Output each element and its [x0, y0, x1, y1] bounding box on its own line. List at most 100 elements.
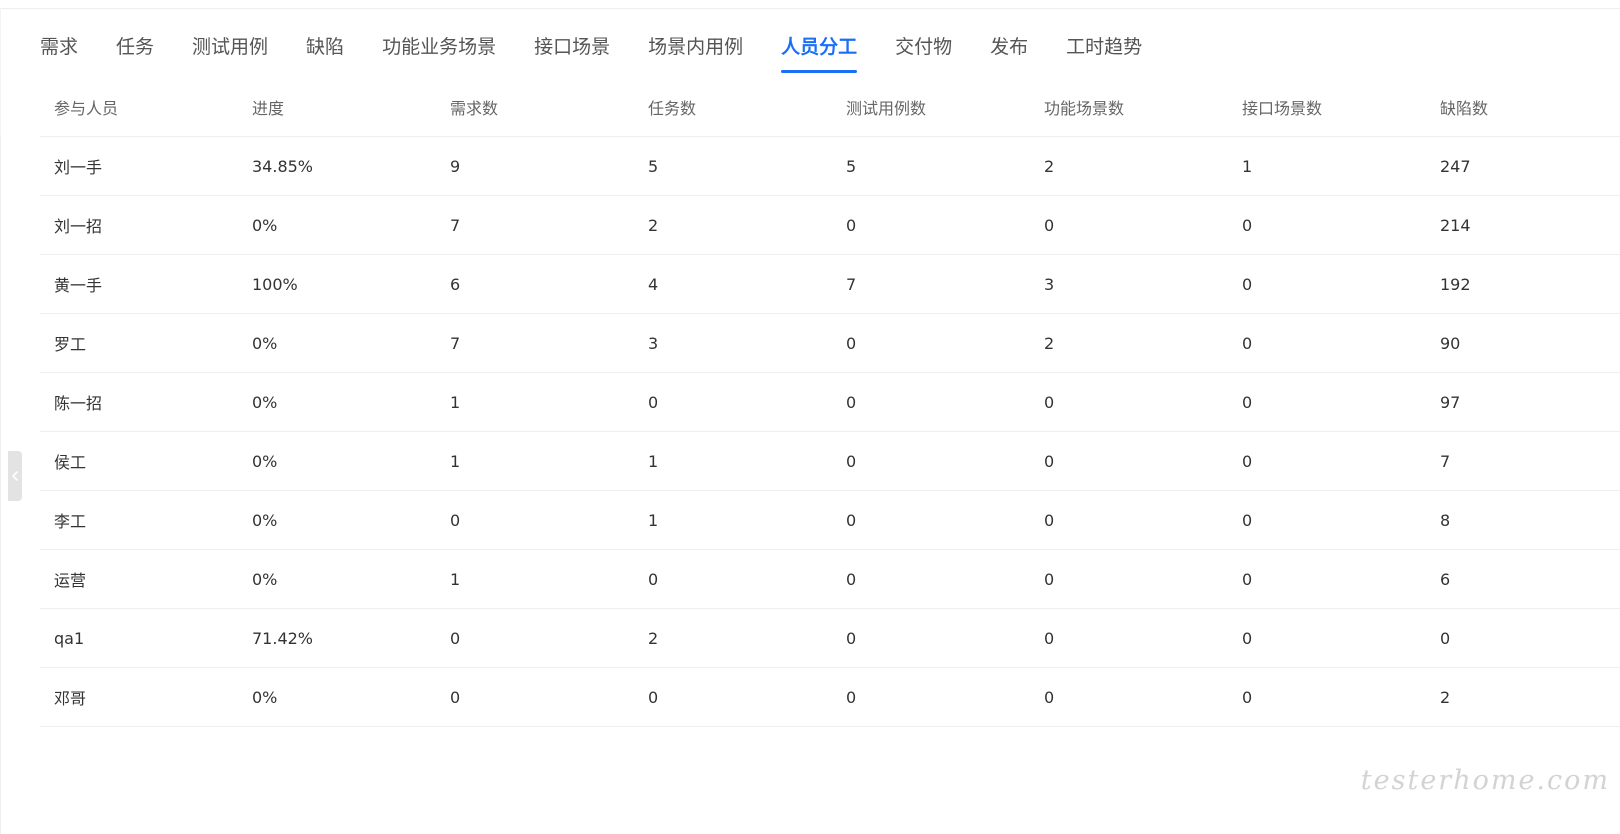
cell-functional-scenarios: 0 [1030, 490, 1228, 550]
cell-api-scenarios: 0 [1228, 667, 1426, 727]
sidebar-collapse-handle[interactable] [8, 451, 22, 501]
cell-functional-scenarios: 0 [1030, 372, 1228, 432]
table-row: 侯工 0% 1 1 0 0 0 7 [40, 431, 1620, 491]
cell-api-scenarios: 0 [1228, 372, 1426, 432]
left-divider-top [0, 8, 1, 135]
cell-defects: 7 [1426, 431, 1620, 491]
cell-tasks: 3 [634, 313, 832, 373]
column-header-functional-scenarios: 功能场景数 [1030, 78, 1228, 137]
column-header-progress: 进度 [238, 78, 436, 137]
cell-progress: 0% [238, 372, 436, 432]
cell-defects: 97 [1426, 372, 1620, 432]
cell-functional-scenarios: 3 [1030, 254, 1228, 314]
cell-requirements: 0 [436, 608, 634, 668]
table-row: 刘一手 34.85% 9 5 5 2 1 247 [40, 136, 1620, 196]
tab-bar: 需求 任务 测试用例 缺陷 功能业务场景 接口场景 场景内用例 人员分工 交付物… [40, 30, 1180, 74]
cell-tasks: 1 [634, 490, 832, 550]
cell-api-scenarios: 0 [1228, 254, 1426, 314]
table-row: qa1 71.42% 0 2 0 0 0 0 [40, 608, 1620, 668]
top-border [0, 8, 1620, 9]
cell-progress: 100% [238, 254, 436, 314]
table-header-row: 参与人员 进度 需求数 任务数 测试用例数 功能场景数 接口场景数 缺陷数 [40, 78, 1620, 137]
column-header-defects: 缺陷数 [1426, 78, 1620, 137]
tab-functional-scenarios[interactable]: 功能业务场景 [382, 30, 496, 74]
cell-tasks: 0 [634, 667, 832, 727]
column-header-participant: 参与人员 [40, 78, 238, 137]
cell-defects: 6 [1426, 549, 1620, 609]
cell-progress: 71.42% [238, 608, 436, 668]
cell-functional-scenarios: 0 [1030, 608, 1228, 668]
cell-tasks: 1 [634, 431, 832, 491]
cell-functional-scenarios: 2 [1030, 136, 1228, 196]
cell-participant: 侯工 [40, 431, 238, 491]
tab-tasks[interactable]: 任务 [116, 30, 154, 74]
column-header-test-cases: 测试用例数 [832, 78, 1030, 137]
tab-test-cases[interactable]: 测试用例 [192, 30, 268, 74]
cell-tasks: 5 [634, 136, 832, 196]
column-header-tasks: 任务数 [634, 78, 832, 137]
cell-progress: 0% [238, 195, 436, 255]
tab-deliverables[interactable]: 交付物 [895, 30, 952, 74]
tab-releases[interactable]: 发布 [990, 30, 1028, 74]
table-row: 邓哥 0% 0 0 0 0 0 2 [40, 667, 1620, 727]
cell-participant: 刘一招 [40, 195, 238, 255]
tab-defects[interactable]: 缺陷 [306, 30, 344, 74]
table-body: 刘一手 34.85% 9 5 5 2 1 247 刘一招 0% 7 2 0 0 0 214 黄一手 100% 6 4 7… [40, 136, 1620, 727]
cell-progress: 0% [238, 431, 436, 491]
cell-progress: 0% [238, 549, 436, 609]
cell-participant: 刘一手 [40, 136, 238, 196]
cell-test-cases: 0 [832, 549, 1030, 609]
table-row: 刘一招 0% 7 2 0 0 0 214 [40, 195, 1620, 255]
cell-test-cases: 0 [832, 490, 1030, 550]
staff-assignment-table: 参与人员 进度 需求数 任务数 测试用例数 功能场景数 接口场景数 缺陷数 刘一… [40, 78, 1620, 727]
cell-functional-scenarios: 0 [1030, 667, 1228, 727]
cell-defects: 8 [1426, 490, 1620, 550]
cell-defects: 247 [1426, 136, 1620, 196]
cell-requirements: 7 [436, 195, 634, 255]
table-row: 罗工 0% 7 3 0 2 0 90 [40, 313, 1620, 373]
tab-requirements[interactable]: 需求 [40, 30, 78, 74]
chevron-left-icon [12, 471, 18, 481]
cell-participant: 罗工 [40, 313, 238, 373]
tab-staff-assignment[interactable]: 人员分工 [781, 30, 858, 74]
cell-progress: 0% [238, 490, 436, 550]
cell-requirements: 7 [436, 313, 634, 373]
left-divider [0, 135, 1, 834]
cell-test-cases: 0 [832, 195, 1030, 255]
table-row: 黄一手 100% 6 4 7 3 0 192 [40, 254, 1620, 314]
cell-participant: 运营 [40, 549, 238, 609]
cell-participant: qa1 [40, 608, 238, 668]
cell-defects: 90 [1426, 313, 1620, 373]
cell-participant: 黄一手 [40, 254, 238, 314]
cell-tasks: 0 [634, 549, 832, 609]
cell-participant: 邓哥 [40, 667, 238, 727]
cell-test-cases: 0 [832, 313, 1030, 373]
cell-api-scenarios: 0 [1228, 549, 1426, 609]
cell-requirements: 1 [436, 372, 634, 432]
table-row: 运营 0% 1 0 0 0 0 6 [40, 549, 1620, 609]
table-row: 陈一招 0% 1 0 0 0 0 97 [40, 372, 1620, 432]
tab-api-scenarios[interactable]: 接口场景 [534, 30, 610, 74]
tab-scenario-cases[interactable]: 场景内用例 [648, 30, 743, 74]
cell-test-cases: 5 [832, 136, 1030, 196]
cell-api-scenarios: 0 [1228, 195, 1426, 255]
cell-requirements: 6 [436, 254, 634, 314]
column-header-requirements: 需求数 [436, 78, 634, 137]
cell-defects: 192 [1426, 254, 1620, 314]
cell-progress: 0% [238, 313, 436, 373]
cell-tasks: 4 [634, 254, 832, 314]
cell-requirements: 1 [436, 431, 634, 491]
cell-api-scenarios: 0 [1228, 313, 1426, 373]
cell-test-cases: 7 [832, 254, 1030, 314]
cell-functional-scenarios: 2 [1030, 313, 1228, 373]
cell-api-scenarios: 0 [1228, 490, 1426, 550]
cell-tasks: 2 [634, 195, 832, 255]
tab-work-hours-trend[interactable]: 工时趋势 [1066, 30, 1142, 74]
cell-defects: 2 [1426, 667, 1620, 727]
cell-requirements: 0 [436, 667, 634, 727]
cell-requirements: 1 [436, 549, 634, 609]
cell-functional-scenarios: 0 [1030, 431, 1228, 491]
cell-requirements: 0 [436, 490, 634, 550]
cell-functional-scenarios: 0 [1030, 549, 1228, 609]
cell-test-cases: 0 [832, 608, 1030, 668]
